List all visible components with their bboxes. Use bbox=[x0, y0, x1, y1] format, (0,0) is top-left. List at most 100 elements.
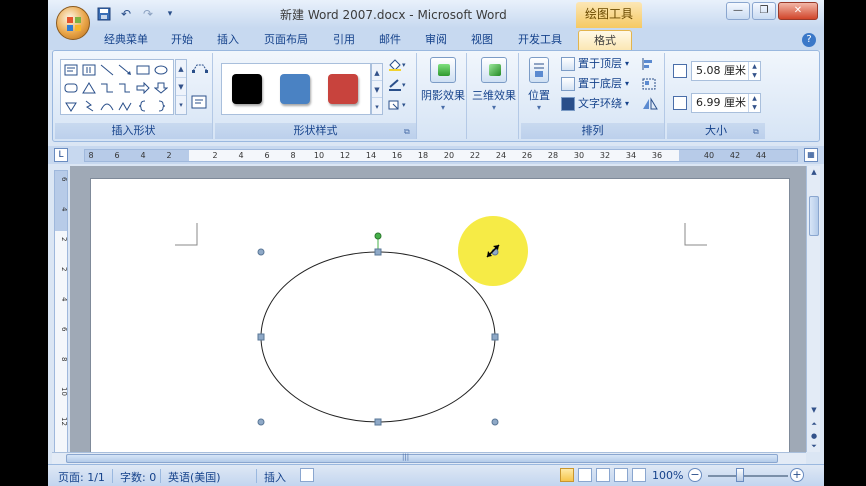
textbox-shape-icon[interactable] bbox=[62, 61, 80, 79]
tab-classic-menu[interactable]: 经典菜单 bbox=[94, 30, 158, 50]
elbow-arrow-shape-icon[interactable] bbox=[116, 79, 134, 97]
style-gallery-scroll[interactable]: ▲ ▼ ▾ bbox=[371, 63, 383, 115]
gallery-more-icon[interactable]: ▾ bbox=[176, 96, 186, 114]
redo-icon[interactable]: ↷ bbox=[140, 6, 156, 22]
right-brace-shape-icon[interactable] bbox=[152, 97, 170, 115]
shape-outline-icon[interactable]: ▾ bbox=[387, 77, 409, 93]
scroll-up-arrow-icon[interactable]: ▲ bbox=[807, 166, 821, 178]
shape-width-input[interactable]: 6.99 厘米 ▲ ▼ bbox=[691, 93, 761, 113]
freeform-shape-icon[interactable] bbox=[116, 97, 134, 115]
shadow-effects-button[interactable]: 阴影效果 ▾ bbox=[420, 57, 466, 121]
shape-style-gallery[interactable] bbox=[221, 63, 371, 115]
view-ruler-icon[interactable]: ▦ bbox=[804, 148, 818, 162]
previous-page-icon[interactable]: ⏶ bbox=[807, 418, 821, 430]
language-indicator[interactable]: 英语(美国) bbox=[168, 469, 221, 485]
position-button[interactable]: 位置 ▾ bbox=[521, 57, 557, 121]
customize-qat-icon[interactable]: ▾ bbox=[162, 6, 178, 22]
restore-button[interactable]: ❐ bbox=[752, 2, 776, 20]
scroll-down-icon[interactable]: ▼ bbox=[176, 78, 186, 96]
rotate-icon[interactable] bbox=[641, 97, 659, 113]
shapes-gallery[interactable] bbox=[60, 59, 174, 115]
scroll-down-arrow-icon[interactable]: ▼ bbox=[807, 404, 821, 416]
edit-shape-icon[interactable] bbox=[191, 61, 209, 77]
word-count[interactable]: 字数: 0 bbox=[120, 469, 156, 485]
down-arrow-shape-icon[interactable] bbox=[152, 79, 170, 97]
vertical-ruler[interactable]: 6 4 2 2 4 6 8 10 12 bbox=[54, 170, 68, 454]
draft-view-icon[interactable] bbox=[632, 468, 646, 482]
right-arrow-shape-icon[interactable] bbox=[134, 79, 152, 97]
style-swatch-blue[interactable] bbox=[280, 74, 310, 104]
vertical-textbox-shape-icon[interactable] bbox=[80, 61, 98, 79]
zoom-slider-track[interactable] bbox=[708, 475, 788, 477]
vertical-scrollbar[interactable]: ▲ ▼ ⏶ ● ⏷ bbox=[806, 166, 820, 452]
3d-effects-button[interactable]: 三维效果 ▾ bbox=[471, 57, 517, 121]
office-button[interactable] bbox=[56, 6, 90, 40]
zoom-level[interactable]: 100% bbox=[652, 469, 683, 482]
tab-page-layout[interactable]: 页面布局 bbox=[254, 30, 318, 50]
rounded-rectangle-shape-icon[interactable] bbox=[62, 79, 80, 97]
elbow-connector-shape-icon[interactable] bbox=[98, 79, 116, 97]
size-launcher-icon[interactable]: ⧉ bbox=[753, 127, 762, 136]
style-more-icon[interactable]: ▾ bbox=[372, 98, 382, 114]
ruler-tick-label: 4 bbox=[238, 151, 244, 160]
tab-insert[interactable]: 插入 bbox=[208, 30, 248, 50]
full-screen-reading-view-icon[interactable] bbox=[578, 468, 592, 482]
scroll-up-icon[interactable]: ▲ bbox=[176, 60, 186, 78]
shape-fill-icon[interactable]: ▾ bbox=[387, 57, 409, 73]
undo-icon[interactable]: ↶ bbox=[118, 6, 134, 22]
tab-format[interactable]: 格式 bbox=[578, 30, 632, 50]
close-button[interactable]: ✕ bbox=[778, 2, 818, 20]
help-icon[interactable]: ? bbox=[802, 33, 816, 47]
curve-shape-icon[interactable] bbox=[98, 97, 116, 115]
rectangle-shape-icon[interactable] bbox=[134, 61, 152, 79]
shapes-gallery-scroll[interactable]: ▲ ▼ ▾ bbox=[175, 59, 187, 115]
text-wrap-button[interactable]: 文字环绕 ▾ bbox=[561, 95, 629, 113]
lightning-shape-icon[interactable] bbox=[80, 97, 98, 115]
web-layout-view-icon[interactable] bbox=[596, 468, 610, 482]
text-box-icon[interactable] bbox=[191, 95, 209, 111]
bring-to-front-button[interactable]: 置于顶层 ▾ bbox=[561, 55, 629, 73]
send-to-back-button[interactable]: 置于底层 ▾ bbox=[561, 75, 629, 93]
horizontal-scroll-thumb[interactable] bbox=[66, 454, 778, 463]
style-swatch-red[interactable] bbox=[328, 74, 358, 104]
style-swatch-black[interactable] bbox=[232, 74, 262, 104]
triangle-shape-icon[interactable] bbox=[80, 79, 98, 97]
tab-developer[interactable]: 开发工具 bbox=[508, 30, 572, 50]
star-shape-icon[interactable] bbox=[62, 97, 80, 115]
zoom-slider-thumb[interactable] bbox=[736, 468, 744, 482]
width-spinner-icon[interactable]: ▲ ▼ bbox=[748, 94, 760, 112]
ruler-tick-label: 2 bbox=[60, 267, 68, 272]
height-spinner-icon[interactable]: ▲ ▼ bbox=[748, 62, 760, 80]
minimize-button[interactable]: — bbox=[726, 2, 750, 20]
tab-view[interactable]: 视图 bbox=[462, 30, 502, 50]
insert-mode-indicator[interactable]: 插入 bbox=[264, 469, 286, 485]
style-scroll-up-icon[interactable]: ▲ bbox=[372, 64, 382, 81]
change-shape-icon[interactable]: ▾ bbox=[387, 97, 409, 113]
arrow-shape-icon[interactable] bbox=[116, 61, 134, 79]
tab-home[interactable]: 开始 bbox=[162, 30, 202, 50]
page-count[interactable]: 页面: 1/1 bbox=[58, 469, 105, 485]
line-shape-icon[interactable] bbox=[98, 61, 116, 79]
outline-view-icon[interactable] bbox=[614, 468, 628, 482]
shape-height-input[interactable]: 5.08 厘米 ▲ ▼ bbox=[691, 61, 761, 81]
vertical-scroll-thumb[interactable] bbox=[809, 196, 819, 236]
tab-review[interactable]: 审阅 bbox=[416, 30, 456, 50]
print-layout-view-icon[interactable] bbox=[560, 468, 574, 482]
tab-references[interactable]: 引用 bbox=[324, 30, 364, 50]
shape-styles-launcher-icon[interactable]: ⧉ bbox=[404, 127, 413, 136]
tab-mailings[interactable]: 邮件 bbox=[370, 30, 410, 50]
oval-shape-icon[interactable] bbox=[152, 61, 170, 79]
horizontal-scrollbar[interactable]: ||| bbox=[52, 452, 806, 464]
zoom-in-button[interactable]: + bbox=[790, 468, 804, 482]
svg-text:▾: ▾ bbox=[402, 101, 406, 109]
tab-selector-button[interactable]: L bbox=[54, 148, 68, 162]
save-icon[interactable] bbox=[96, 6, 112, 22]
macro-record-icon[interactable] bbox=[300, 468, 314, 482]
horizontal-ruler[interactable]: 8 6 4 2 2 4 6 8 10 12 14 16 18 20 22 24 26 28 30 32 34 36 40 42… bbox=[84, 149, 798, 162]
next-page-icon[interactable]: ⏷ bbox=[807, 440, 821, 452]
zoom-out-button[interactable]: − bbox=[688, 468, 702, 482]
left-brace-shape-icon[interactable] bbox=[134, 97, 152, 115]
align-icon[interactable] bbox=[641, 57, 659, 73]
style-scroll-down-icon[interactable]: ▼ bbox=[372, 81, 382, 98]
group-objects-icon[interactable] bbox=[641, 77, 659, 93]
